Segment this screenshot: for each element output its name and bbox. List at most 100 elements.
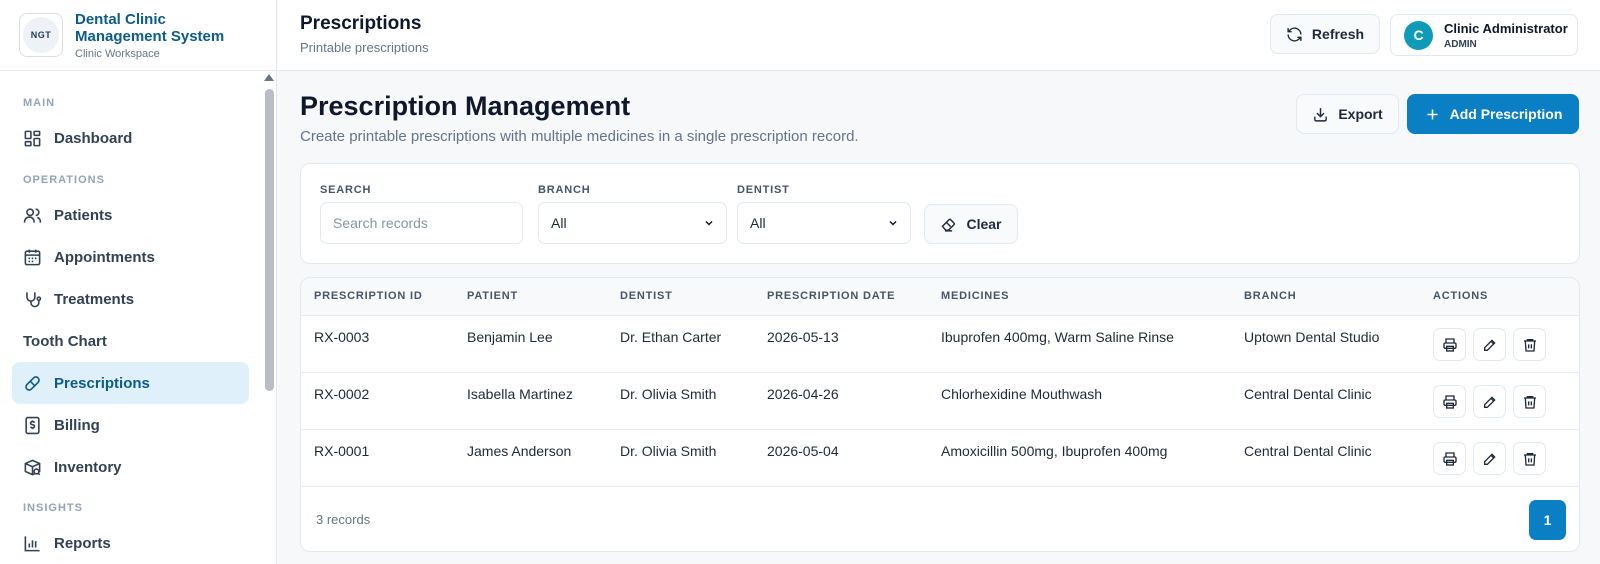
printer-icon xyxy=(1442,451,1457,466)
table-row: RX-0003 Benjamin Lee Dr. Ethan Carter 20… xyxy=(301,316,1579,373)
chevron-down-icon xyxy=(889,220,897,226)
sidebar-item-label: Patients xyxy=(54,206,113,224)
cell-dentist: Dr. Olivia Smith xyxy=(620,386,717,402)
section-title: Prescription Management xyxy=(300,91,631,121)
dashboard-icon xyxy=(23,129,42,148)
cell-patient: Benjamin Lee xyxy=(467,329,553,345)
sidebar-scrollbar[interactable] xyxy=(264,71,274,564)
export-label: Export xyxy=(1338,106,1383,122)
edit-button[interactable] xyxy=(1473,385,1506,418)
record-count: 3 records xyxy=(316,512,371,527)
sidebar-item-tooth-chart[interactable]: Tooth Chart xyxy=(12,320,249,362)
sidebar-item-appointments[interactable]: Appointments xyxy=(12,236,249,278)
sidebar-item-inventory[interactable]: Inventory xyxy=(12,446,249,488)
cell-date: 2026-05-13 xyxy=(767,329,839,345)
cell-prescription-id: RX-0002 xyxy=(314,386,370,402)
avatar: C xyxy=(1404,20,1433,50)
sidebar-item-label: Inventory xyxy=(54,458,122,476)
clinic-logo: NGT xyxy=(19,13,63,57)
edit-button[interactable] xyxy=(1473,328,1506,361)
branch-select[interactable]: All xyxy=(538,202,727,244)
sidebar-item-label: Dashboard xyxy=(54,129,133,147)
print-button[interactable] xyxy=(1433,328,1466,361)
column-header: PATIENT xyxy=(467,290,519,302)
dentist-select-value: All xyxy=(750,215,766,231)
chevron-down-icon xyxy=(705,220,713,226)
column-header: PRESCRIPTION ID xyxy=(314,290,423,302)
sidebar-item-billing[interactable]: Billing xyxy=(12,404,249,446)
branch-label: BRANCH xyxy=(538,184,591,196)
printer-icon xyxy=(1442,337,1457,352)
pencil-icon xyxy=(1483,395,1496,408)
sidebar-item-patients[interactable]: Patients xyxy=(12,194,249,236)
branch-select-value: All xyxy=(551,215,567,231)
sidebar-item-label: Treatments xyxy=(54,290,135,308)
cell-dentist: Dr. Ethan Carter xyxy=(620,329,722,345)
sidebar-nav: MAIN Dashboard OPERATIONS Patients Appoi… xyxy=(0,71,276,564)
users-icon xyxy=(23,206,42,225)
page-subtitle: Printable prescriptions xyxy=(300,40,429,55)
cell-medicines: Chlorhexidine Mouthwash xyxy=(941,386,1103,402)
add-prescription-label: Add Prescription xyxy=(1449,106,1563,122)
dentist-label: DENTIST xyxy=(737,184,790,196)
clear-label: Clear xyxy=(966,216,1002,232)
trash-icon xyxy=(1523,338,1536,352)
sidebar-item-dashboard[interactable]: Dashboard xyxy=(12,117,249,159)
delete-button[interactable] xyxy=(1513,385,1546,418)
package-icon xyxy=(23,458,42,477)
delete-button[interactable] xyxy=(1513,328,1546,361)
scrollbar-thumb[interactable] xyxy=(265,89,274,391)
section-label-insights: INSIGHTS xyxy=(23,502,83,514)
printer-icon xyxy=(1442,394,1457,409)
sidebar-item-treatments[interactable]: Treatments xyxy=(12,278,249,320)
sidebar-item-label: Appointments xyxy=(54,248,155,266)
user-menu[interactable]: C Clinic Administrator ADMIN xyxy=(1390,14,1578,56)
column-header: ACTIONS xyxy=(1433,290,1489,302)
download-icon xyxy=(1314,107,1328,122)
print-button[interactable] xyxy=(1433,442,1466,475)
brand: NGT Dental Clinic Management System Clin… xyxy=(0,0,276,71)
column-header: BRANCH xyxy=(1244,290,1297,302)
sidebar-item-prescriptions[interactable]: Prescriptions xyxy=(12,362,249,404)
user-role: ADMIN xyxy=(1444,38,1477,50)
scroll-up-arrow-icon[interactable] xyxy=(264,74,274,81)
dentist-select[interactable]: All xyxy=(737,202,911,244)
trash-icon xyxy=(1523,395,1536,409)
calendar-icon xyxy=(23,248,42,267)
top-header: Prescriptions Printable prescriptions Re… xyxy=(278,0,1600,71)
refresh-button[interactable]: Refresh xyxy=(1270,14,1380,54)
table-row: RX-0002 Isabella Martinez Dr. Olivia Smi… xyxy=(301,373,1579,430)
table-row: RX-0001 James Anderson Dr. Olivia Smith … xyxy=(301,430,1579,487)
sidebar-item-reports[interactable]: Reports xyxy=(12,522,249,564)
pencil-icon xyxy=(1483,452,1496,465)
search-input[interactable]: Search records xyxy=(320,202,523,244)
bar-chart-icon xyxy=(23,534,42,553)
sidebar-item-label: Billing xyxy=(54,416,100,434)
pencil-icon xyxy=(1483,338,1496,351)
sidebar: NGT Dental Clinic Management System Clin… xyxy=(0,0,277,564)
cell-dentist: Dr. Olivia Smith xyxy=(620,443,717,459)
cell-branch: Central Dental Clinic xyxy=(1244,443,1372,459)
clear-filters-button[interactable]: Clear xyxy=(924,204,1018,244)
cell-date: 2026-05-04 xyxy=(767,443,839,459)
section-description: Create printable prescriptions with mult… xyxy=(300,128,859,145)
eraser-icon xyxy=(942,218,956,232)
add-prescription-button[interactable]: Add Prescription xyxy=(1407,94,1579,134)
export-button[interactable]: Export xyxy=(1296,94,1399,134)
sidebar-item-label: Prescriptions xyxy=(54,374,150,392)
stethoscope-icon xyxy=(23,290,42,309)
plus-icon xyxy=(1427,109,1438,119)
cell-prescription-id: RX-0003 xyxy=(314,329,370,345)
cell-branch: Central Dental Clinic xyxy=(1244,386,1372,402)
pagination-page-button[interactable]: 1 xyxy=(1529,500,1566,540)
pill-icon xyxy=(23,374,42,393)
edit-button[interactable] xyxy=(1473,442,1506,475)
print-button[interactable] xyxy=(1433,385,1466,418)
section-label-main: MAIN xyxy=(23,97,56,109)
prescriptions-table: PRESCRIPTION ID PATIENT DENTIST PRESCRIP… xyxy=(300,277,1580,552)
delete-button[interactable] xyxy=(1513,442,1546,475)
dollar-icon xyxy=(23,416,42,435)
column-header: MEDICINES xyxy=(941,290,1010,302)
search-label: SEARCH xyxy=(320,184,372,196)
cell-date: 2026-04-26 xyxy=(767,386,839,402)
